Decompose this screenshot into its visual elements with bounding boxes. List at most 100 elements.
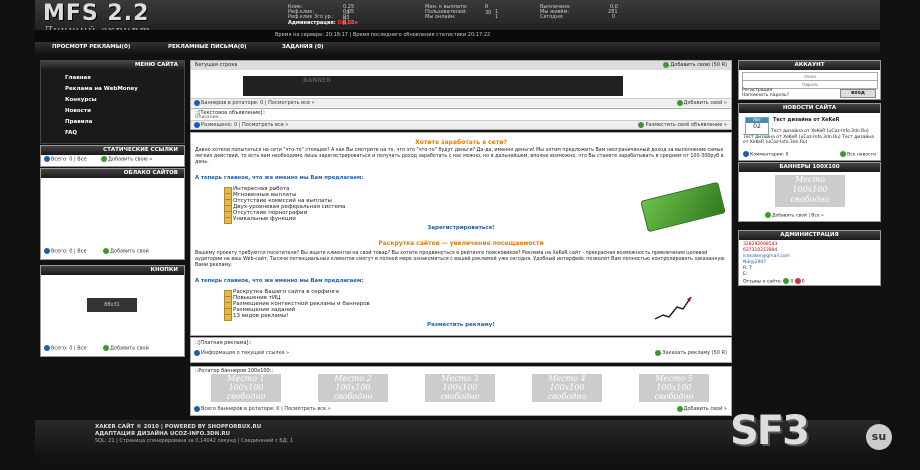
nav-ad-letters[interactable]: РЕКЛАМНЫЕ ПИСЬМА(0) — [168, 44, 247, 50]
menu-item-webmoney[interactable]: Реклама на WebMoney — [65, 86, 138, 92]
news-icon — [840, 151, 847, 157]
footer-design-credit[interactable]: АДАПТАЦИЯ ДИЗАЙНА UCOZ-INFO.3DN.RU — [95, 431, 230, 437]
promo-list-item: 13 видов рекламы! — [224, 313, 289, 321]
ticker-add[interactable]: Добавить свою (50 R) — [663, 61, 727, 70]
static-links-title: СТАТИЧЕСКИЕ ССЫЛКИ — [41, 146, 184, 155]
admin-status-value: Off line — [337, 20, 358, 26]
info-panel: Хотите заработать в сети? Давно хотели п… — [190, 132, 732, 336]
static-links-add[interactable]: Добавить свою » — [108, 157, 152, 163]
banner-468[interactable]: BANNER — [243, 76, 623, 96]
info-icon — [44, 156, 50, 162]
plus-icon — [676, 405, 683, 412]
news-text: Тест дизайна от XeKeR (uCoz-Info.3dn.Ru)… — [743, 129, 874, 145]
top-nav — [35, 42, 880, 54]
info-icon — [44, 248, 50, 254]
banners100-add: Добавить свой | Все » — [765, 212, 824, 219]
rotator100-info[interactable]: Всего баннеров в ротаторе: 0 | Посмотрет… — [201, 406, 331, 412]
static-links-count[interactable]: Всего: 0 | Все — [51, 157, 87, 163]
banner100-slot-1[interactable]: Место 1 100x100 свободно — [211, 374, 281, 402]
earn-list-item: Уникальные функции — [224, 216, 296, 224]
promo-offer: А теперь главное, что же именно мы Вам п… — [195, 278, 364, 284]
email-contact[interactable]: icexaker@gmail.com — [743, 254, 790, 259]
rotator-add[interactable]: Добавить свой » — [676, 99, 727, 107]
wallet-r: R: 7 — [743, 266, 752, 271]
banner100-slot-3[interactable]: Место 3 100x100 свободно — [425, 374, 495, 402]
text-ad-info[interactable]: Размещено: 0 | Посмотреть все » — [201, 122, 288, 128]
banners100-box: БАННЕРЫ 100X100 Место 100x100 свободно Доб… — [738, 162, 881, 222]
thumbs-down-icon[interactable] — [794, 278, 801, 284]
banner100-slot-4[interactable]: Место 4 100x100 свободно — [532, 374, 602, 402]
login-button[interactable]: вход — [840, 89, 876, 98]
news-title: НОВОСТИ САЙТА — [739, 104, 880, 113]
banner100-right[interactable]: Место 100x100 свободно — [775, 175, 845, 207]
paid-ad-title: ::[Платная реклама]:: — [195, 340, 252, 346]
register-link[interactable]: Зарегистрироваться! — [191, 225, 731, 231]
sites-cloud-count[interactable]: Всего: 0 | Все — [51, 249, 87, 255]
forgot-password-link[interactable]: Напомнить пароль? — [742, 93, 789, 98]
static-links-box: СТАТИЧЕСКИЕ ССЫЛКИ Всего: 0 | Все Добави… — [40, 145, 185, 167]
stat-online: Мы онлайн: 1 — [425, 14, 499, 20]
menu-item-news[interactable]: Новости — [65, 108, 91, 114]
rotator-info[interactable]: Баннеров в ротаторе: 0 | Посмотреть все … — [201, 100, 315, 106]
promo-title: Раскрутка сайтов — увеличение посещаемос… — [378, 240, 544, 247]
info-icon — [194, 405, 200, 412]
news-all-link: Все новости — [840, 151, 876, 158]
plus-icon — [103, 248, 109, 254]
plus-icon — [103, 345, 109, 351]
nav-tasks[interactable]: ЗАДАНИЯ (0) — [282, 44, 324, 50]
earn-text: Давно хотели попытаться на сети "что-то"… — [195, 148, 724, 165]
plus-icon — [101, 156, 107, 162]
thumbs-up-icon[interactable] — [783, 278, 790, 284]
nav-view-ads[interactable]: ПРОСМОТР РЕКЛАМЫ(0) — [52, 44, 130, 50]
menu-item-faq[interactable]: FAQ — [65, 130, 77, 136]
account-box: АККАУНТ Регистрация Напомнить пароль? вх… — [738, 60, 881, 100]
menu-item-contests[interactable]: Конкурсы — [65, 97, 97, 103]
earn-title: Хотите заработать в сети? — [415, 139, 507, 146]
footer-stats: SQL: 21 | Страница сгенерирована за 0,14… — [95, 438, 294, 444]
paid-ad-add[interactable]: Заказать рекламу (50 R) — [655, 349, 727, 357]
watermark-badge: su — [866, 424, 892, 450]
icq-contact-1[interactable]: 328292098543 — [743, 242, 777, 247]
footer-copyright: XAKER САЙТ © 2010 | POWERED BY SHOPFORBU… — [95, 424, 262, 430]
stat-today: Сегодня: 0 — [540, 14, 616, 20]
ticker-panel: Бегущая строка Добавить свою (50 R) BANN… — [190, 60, 732, 109]
sites-cloud-box: ОБЛАКО САЙТОВ Всего: 0 | Все Добавить св… — [40, 168, 185, 260]
earn-offer: А теперь главное, что же именно мы Вам п… — [195, 175, 364, 181]
button-88x31[interactable]: 88x31 — [87, 298, 137, 312]
growth-chart-icon — [654, 296, 692, 320]
news-box: НОВОСТИ САЙТА Авг 02 Тест дизайна от XeK… — [738, 103, 881, 161]
rotator100-add[interactable]: Добавить свой » — [676, 405, 727, 413]
site-menu-title: МЕНЮ САЙТА — [41, 61, 184, 70]
comment-icon — [743, 151, 749, 157]
admin-status: Администрация: Off line — [288, 20, 358, 26]
buttons-add[interactable]: Добавить свой — [110, 346, 149, 352]
text-ad-add[interactable]: Разместить своё объявление » — [638, 121, 727, 129]
promo-link[interactable]: Разместить рекламу! — [191, 322, 731, 328]
icq-contact-2[interactable]: 637310213894 — [743, 248, 777, 253]
plus-icon — [655, 349, 662, 356]
menu-item-rules[interactable]: Правила — [65, 119, 92, 125]
feedback-row: Отзывы о сайте: 0 0 — [743, 278, 805, 285]
promo-text: Вашему проекту требуются посетители? Вы … — [195, 251, 725, 268]
info-icon — [194, 99, 200, 106]
buttons-title: КНОПКИ — [41, 266, 184, 275]
administration-box: АДМИНИСТРАЦИЯ 328292098543 637310213894 … — [738, 230, 881, 286]
sites-cloud-title: ОБЛАКО САЙТОВ — [41, 169, 184, 178]
site-logo[interactable]: MFS 2.2 — [43, 1, 149, 26]
info-icon — [194, 121, 200, 128]
server-time: Время на сервере: 20:18:17 | Время после… — [275, 32, 491, 38]
ticker-label: Бегущая строка — [195, 62, 238, 68]
news-headline[interactable]: Тест дизайна от XeKeR — [773, 117, 877, 123]
administration-title: АДМИНИСТРАЦИЯ — [739, 231, 880, 240]
banners100-title: БАННЕРЫ 100X100 — [739, 163, 880, 172]
buttons-count[interactable]: Всего: 0 | Все — [51, 346, 87, 352]
sites-cloud-add[interactable]: Добавить свой — [110, 249, 149, 255]
skype-contact[interactable]: Nik@2907 — [743, 260, 766, 265]
wallet-e: Е: — [743, 272, 748, 277]
paid-ad-info[interactable]: Информация о текущей ссылке » — [201, 350, 289, 356]
menu-item-home[interactable]: Главная — [65, 75, 91, 81]
text-ad-panel: ::[Текстовое объявление]:: Описание... Р… — [190, 108, 732, 130]
banner100-slot-5[interactable]: Место 5 100x100 свободно — [639, 374, 709, 402]
paid-ad-panel: ::[Платная реклама]:: Информация о текущ… — [190, 337, 732, 363]
banner100-slot-2[interactable]: Место 2 100x100 свободно — [318, 374, 388, 402]
